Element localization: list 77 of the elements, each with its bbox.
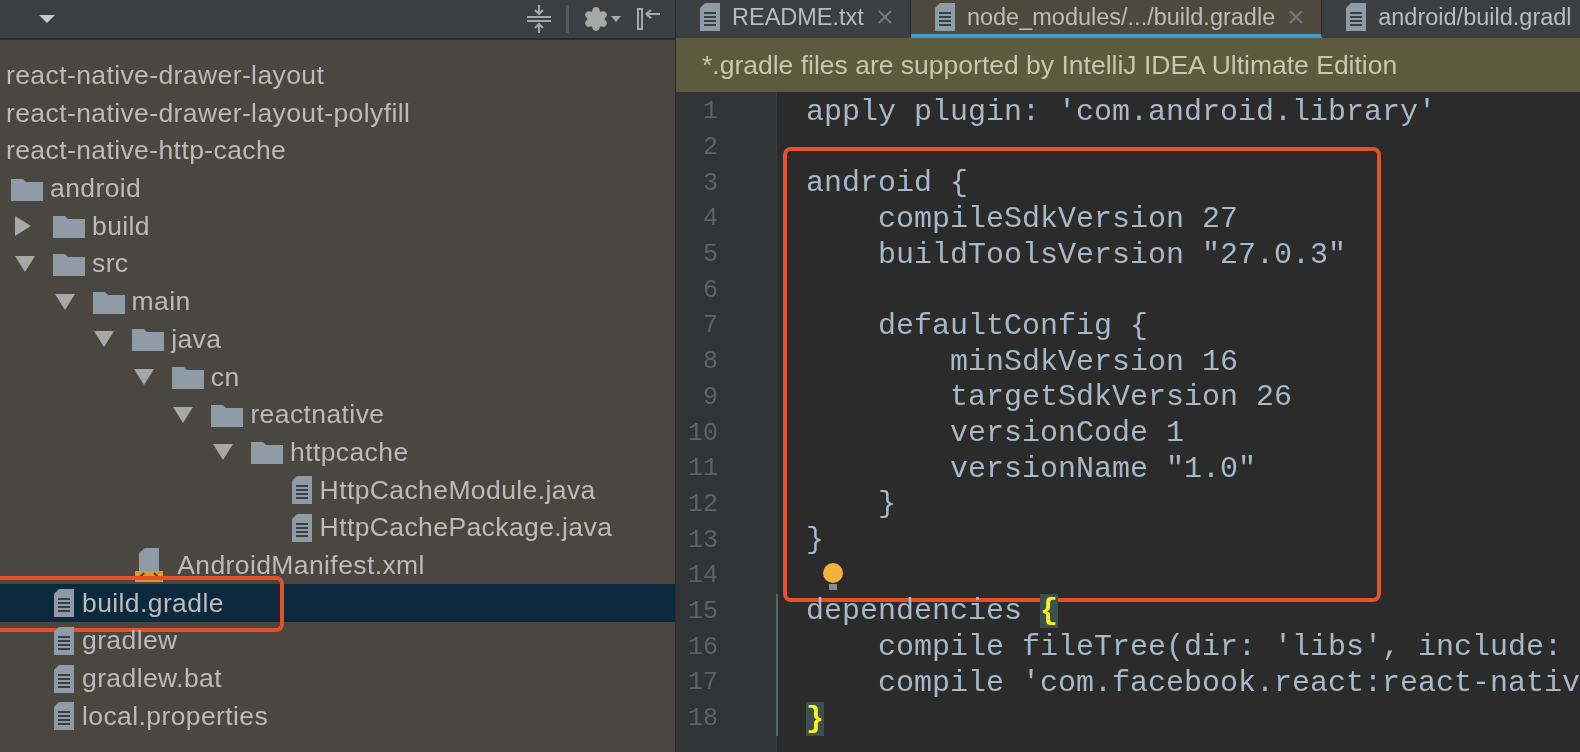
tree-item-label: cn xyxy=(210,361,240,393)
editor-tab[interactable]: node_modules/.../build.gradle xyxy=(910,0,1323,38)
file-icon xyxy=(289,512,314,543)
code-line: compile fileTree(dir: 'libs', include: xyxy=(877,630,1564,665)
code-line: dependencies { xyxy=(805,594,1060,629)
collapse-arrow-icon[interactable] xyxy=(132,368,155,387)
tree-row[interactable]: AndroidManifest.xml xyxy=(0,546,675,585)
tree-item-label: react-native-drawer-layout-polyfill xyxy=(6,97,411,129)
code-line: versionCode 1 xyxy=(949,416,1186,451)
tree-row[interactable]: src xyxy=(0,245,675,283)
tree-row[interactable]: httpcache xyxy=(0,433,675,472)
folder-icon xyxy=(170,364,205,391)
tree-row[interactable]: build xyxy=(0,207,675,246)
code-line: compile 'com.facebook.react:react-nativ xyxy=(877,665,1580,700)
tree-item-label: local.properties xyxy=(82,700,269,732)
file-icon xyxy=(52,663,76,694)
code-line: android { xyxy=(805,166,970,201)
tree-row[interactable]: local.properties xyxy=(0,697,675,736)
collapse-all-icon[interactable] xyxy=(526,4,552,34)
settings-icon[interactable] xyxy=(583,6,621,32)
tree-item-label: react-native-http-cache xyxy=(6,135,287,167)
hide-panel-icon[interactable] xyxy=(635,6,661,32)
collapse-arrow-icon[interactable] xyxy=(93,330,116,349)
collapse-arrow-icon[interactable] xyxy=(14,254,36,273)
tree-row[interactable]: gradlew xyxy=(0,622,675,660)
tree-item-label: httpcache xyxy=(290,436,409,468)
tree-row[interactable]: android xyxy=(0,169,675,208)
tree-item-label: HttpCacheModule.java xyxy=(319,474,596,506)
notification-banner: *.gradle files are supported by IntelliJ IDEA Ultimate Edition xyxy=(676,38,1580,92)
file-icon xyxy=(52,625,76,656)
tree-row[interactable]: gradlew.bat xyxy=(0,659,675,698)
collapse-arrow-icon[interactable] xyxy=(172,405,195,424)
tree-item-label: gradlew.bat xyxy=(82,663,222,695)
code-line: apply plugin: 'com.android.library' xyxy=(805,94,1438,129)
folder-icon xyxy=(52,213,86,240)
file-icon xyxy=(289,475,314,506)
collapse-arrow-icon[interactable] xyxy=(212,443,234,462)
tree-row[interactable]: HttpCachePackage.java xyxy=(0,508,675,547)
file-icon xyxy=(1344,2,1369,32)
folder-icon xyxy=(250,439,284,466)
tree-item-label: reactnative xyxy=(250,399,385,431)
tree-item-label: build.gradle xyxy=(82,587,224,619)
code-line: versionName "1.0" xyxy=(949,451,1258,486)
tree-item-label: build xyxy=(92,210,150,242)
file-icon xyxy=(52,588,76,619)
selected-tree-row[interactable]: build.gradle xyxy=(0,584,675,622)
code-line: } xyxy=(877,487,897,522)
tree-item-label: android xyxy=(50,173,142,205)
file-icon xyxy=(52,701,76,732)
expand-arrow-icon[interactable] xyxy=(14,215,32,238)
tree-item-label: AndroidManifest.xml xyxy=(177,549,425,581)
tree-item-label: HttpCachePackage.java xyxy=(319,512,613,544)
code-line: buildToolsVersion "27.0.3" xyxy=(877,237,1348,272)
code-line: defaultConfig { xyxy=(877,308,1150,343)
tree-row[interactable]: java xyxy=(0,320,675,359)
tree-row[interactable]: cn xyxy=(0,358,675,396)
tree-row[interactable]: react-native-drawer-layout xyxy=(0,56,675,95)
code-line: compileSdkVersion 27 xyxy=(877,201,1240,236)
tree-row[interactable]: HttpCacheModule.java xyxy=(0,471,675,509)
dropdown-caret-icon[interactable] xyxy=(38,14,56,24)
code-line: targetSdkVersion 26 xyxy=(949,380,1294,415)
tree-item-label: java xyxy=(171,323,222,355)
file-icon xyxy=(932,2,957,32)
tree-row[interactable]: react-native-http-cache xyxy=(0,132,675,170)
code-line: } xyxy=(805,523,825,558)
lightbulb-icon[interactable] xyxy=(822,561,844,592)
file-icon xyxy=(698,2,722,32)
tree-row[interactable]: reactnative xyxy=(0,395,675,434)
tree-item-label: gradlew xyxy=(82,625,178,657)
tree-item-label: src xyxy=(92,248,129,280)
tree-row[interactable]: main xyxy=(0,282,675,321)
folder-icon xyxy=(131,326,166,353)
tree-row[interactable]: react-native-drawer-layout-polyfill xyxy=(0,94,675,133)
tree-item-label: main xyxy=(131,286,191,318)
collapse-arrow-icon[interactable] xyxy=(53,292,76,311)
code-line: minSdkVersion 16 xyxy=(949,344,1240,379)
tree-item-label: react-native-drawer-layout xyxy=(6,60,325,92)
